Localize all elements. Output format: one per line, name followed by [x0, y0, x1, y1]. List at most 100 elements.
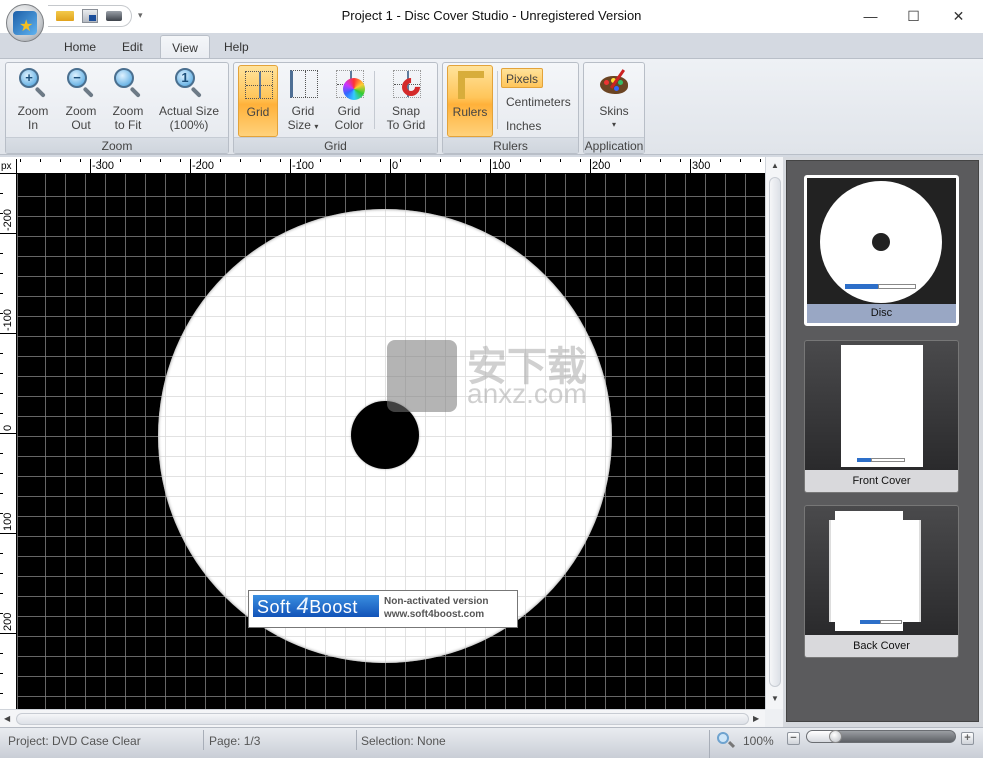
app-menu-button[interactable]: ★ [6, 4, 44, 42]
design-canvas[interactable]: Soft 4Boost Non-activated version www.so… [17, 174, 765, 709]
ruler-label: 100 [2, 512, 14, 531]
zoom-group-label: Zoom [6, 137, 228, 153]
rulers-toggle-button[interactable]: Rulers [447, 65, 493, 137]
snap-label: Snap [391, 104, 421, 118]
ruler-major-tick [690, 159, 691, 173]
zoom-out-button[interactable]: − Zoom Out [58, 65, 104, 137]
zoom-in-small-button[interactable]: + [961, 732, 974, 745]
grid-group-label: Grid [234, 137, 437, 153]
ruler-minor-tick [0, 573, 3, 574]
unit-inches-button[interactable]: Inches [502, 116, 545, 136]
ruler-minor-tick [0, 513, 3, 514]
page-thumb-back-cover[interactable]: Back Cover [804, 505, 959, 658]
watermark-line-2: www.soft4boost.com [384, 609, 485, 620]
pages-panel: Disc Front Cover Back Cover [783, 157, 983, 727]
tab-view[interactable]: View [160, 35, 210, 59]
ruler-minor-tick [0, 473, 3, 474]
ruler-minor-tick [0, 373, 3, 374]
ruler-label: 0 [392, 160, 399, 172]
watermark-line-1: Non-activated version [384, 596, 489, 607]
actual-size-button[interactable]: 1 Actual Size (100%) [154, 65, 224, 137]
ruler-minor-tick [520, 159, 521, 162]
zoom-in-icon: + [17, 68, 49, 100]
ruler-minor-tick [0, 393, 3, 394]
horizontal-scrollbar[interactable]: ◀ ▶ [0, 709, 765, 727]
ruler-minor-tick [420, 159, 421, 162]
ruler-minor-tick [120, 159, 121, 162]
grid-toggle-button[interactable]: Grid [238, 65, 278, 137]
ruler-minor-tick [200, 159, 201, 162]
grid-group: Grid Grid Size ▾ Grid Color Snap To Grid… [233, 62, 438, 154]
ruler-major-tick [90, 159, 91, 173]
ruler-minor-tick [0, 353, 3, 354]
grid-color-button[interactable]: Grid Color [328, 65, 370, 137]
page-thumb-front-cover[interactable]: Front Cover [804, 340, 959, 493]
ruler-minor-tick [760, 159, 761, 162]
ruler-major-tick [490, 159, 491, 173]
tab-help[interactable]: Help [214, 35, 259, 59]
star-icon: ★ [19, 18, 34, 35]
ruler-label: -200 [2, 208, 14, 231]
snap-label-2: To Grid [386, 118, 426, 132]
zoom-slider-knob[interactable] [829, 730, 843, 743]
ruler-minor-tick [660, 159, 661, 162]
scroll-up-arrow[interactable]: ▲ [771, 161, 779, 170]
maximize-button[interactable]: ☐ [891, 0, 936, 32]
ruler-minor-tick [460, 159, 461, 162]
vertical-scrollbar[interactable]: ▲ ▼ [765, 157, 783, 709]
skins-button[interactable]: Skins ▾ [588, 65, 640, 137]
ruler-minor-tick [580, 159, 581, 162]
page-thumb-disc[interactable]: Disc [804, 175, 959, 326]
tab-home[interactable]: Home [54, 35, 106, 59]
page-label: Disc [807, 304, 956, 323]
application-group-label: Application [584, 137, 644, 153]
ruler-minor-tick [320, 159, 321, 162]
rulers-group: Rulers Pixels Centimeters Inches Rulers [442, 62, 579, 154]
tab-edit[interactable]: Edit [112, 35, 153, 59]
ribbon: + Zoom In − Zoom Out Zoom to Fit 1 Actua… [0, 58, 983, 155]
scroll-right-arrow[interactable]: ▶ [753, 714, 759, 723]
ruler-minor-tick [0, 453, 3, 454]
zoom-to-fit-button[interactable]: Zoom to Fit [105, 65, 151, 137]
ruler-major-tick [590, 159, 591, 173]
scroll-left-arrow[interactable]: ◀ [4, 714, 10, 723]
close-button[interactable]: ✕ [936, 0, 981, 32]
minimize-button[interactable]: — [848, 0, 893, 32]
zoom-group: + Zoom In − Zoom Out Zoom to Fit 1 Actua… [5, 62, 229, 154]
chevron-down-icon: ▾ [611, 120, 616, 129]
ruler-minor-tick [0, 213, 3, 214]
ruler-minor-tick [400, 159, 401, 162]
trial-watermark: Soft 4Boost Non-activated version www.so… [248, 590, 518, 628]
ruler-minor-tick [0, 293, 3, 294]
ruler-major-tick [0, 433, 16, 434]
ruler-minor-tick [380, 159, 381, 162]
zoom-fit-icon [112, 68, 144, 100]
zoom-slider[interactable] [806, 730, 956, 743]
ruler-minor-tick [60, 159, 61, 162]
magnet-icon [390, 68, 424, 100]
zoom-out-small-button[interactable]: − [787, 732, 800, 745]
color-wheel-icon [333, 68, 365, 100]
palette-icon [598, 68, 630, 100]
actual-size-label: Actual Size [158, 104, 220, 118]
ruler-minor-tick [280, 159, 281, 162]
zoom-out-label-2: Out [71, 118, 91, 132]
scroll-down-arrow[interactable]: ▼ [771, 694, 779, 703]
zoom-in-button[interactable]: + Zoom In [10, 65, 56, 137]
unit-centimeters-button[interactable]: Centimeters [502, 92, 575, 112]
grid-size-button[interactable]: Grid Size ▾ [282, 65, 324, 137]
ruler-minor-tick [240, 159, 241, 162]
ruler-minor-tick [220, 159, 221, 162]
snap-to-grid-button[interactable]: Snap To Grid [380, 65, 432, 137]
ruler-label: 300 [692, 160, 711, 172]
soft4boost-logo: Soft 4Boost [253, 595, 379, 617]
skins-label: Skins [599, 104, 629, 118]
grid-size-label: Grid [291, 104, 315, 118]
zoom-out-label: Zoom [65, 104, 97, 118]
ruler-minor-tick [0, 193, 3, 194]
unit-pixels-button[interactable]: Pixels [501, 68, 544, 88]
horizontal-scroll-thumb[interactable] [16, 713, 749, 725]
ruler-minor-tick [0, 693, 3, 694]
vertical-scroll-thumb[interactable] [769, 177, 781, 687]
ruler-major-tick [390, 159, 391, 173]
